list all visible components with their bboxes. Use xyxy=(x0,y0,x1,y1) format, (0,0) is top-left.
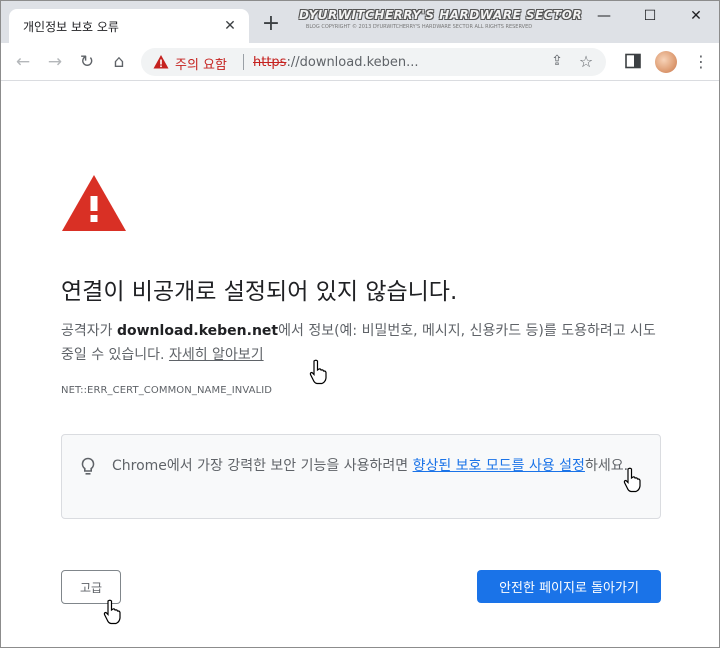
enhanced-suffix: 하세요. xyxy=(584,458,629,474)
more-menu-icon[interactable]: ⋮ xyxy=(691,51,711,73)
enhanced-prefix: Chrome에서 가장 강력한 보안 기능을 사용하려면 xyxy=(112,458,413,474)
hand-pointer-cursor-icon xyxy=(309,359,327,385)
maximize-button[interactable]: ☐ xyxy=(627,1,673,31)
tab-close-icon[interactable]: ✕ xyxy=(221,17,239,35)
url-text[interactable]: https://download.keben... xyxy=(253,55,419,70)
learn-more-link[interactable]: 자세히 알아보기 xyxy=(169,347,264,363)
error-explanation: 공격자가 download.keben.net에서 정보(예: 비밀번호, 메시… xyxy=(61,319,666,367)
url-scheme: https xyxy=(253,55,287,70)
side-panel-icon[interactable] xyxy=(625,53,641,69)
explanation-host: download.keben.net xyxy=(116,323,279,339)
browser-toolbar: ← → ↻ ⌂ 주의 요함 https://download.keben... … xyxy=(1,43,719,81)
minimize-button[interactable]: — xyxy=(581,1,627,31)
tab-active[interactable]: 개인정보 보호 오류 ✕ xyxy=(9,9,249,43)
enable-enhanced-protection-link[interactable]: 향상된 보호 모드를 사용 설정 xyxy=(413,458,585,474)
close-window-button[interactable]: ✕ xyxy=(673,1,719,31)
new-tab-icon[interactable]: + xyxy=(259,13,283,37)
profile-avatar[interactable] xyxy=(655,51,677,73)
warning-triangle-icon xyxy=(62,175,126,231)
reload-button[interactable]: ↻ xyxy=(75,50,99,74)
watermark-subtitle: BLOG COPYRIGHT © 2013 DYURWITCHERRY'S HA… xyxy=(305,24,533,30)
url-host: ://download.keben... xyxy=(286,55,419,70)
hand-pointer-cursor-icon xyxy=(103,599,121,625)
home-button[interactable]: ⌂ xyxy=(107,50,131,74)
watermark-logo: DYURWITCHERRY'S HARDWARE SECTOR BLOG COP… xyxy=(299,7,583,37)
error-code[interactable]: NET::ERR_CERT_COMMON_NAME_INVALID xyxy=(61,385,272,396)
omnibox-divider xyxy=(243,54,244,70)
security-status-label[interactable]: 주의 요함 xyxy=(175,54,227,73)
browser-window: 개인정보 보호 오류 ✕ + DYURWITCHERRY'S HARDWARE … xyxy=(0,0,720,648)
address-bar[interactable]: 주의 요함 https://download.keben... ⇪ ☆ xyxy=(141,48,606,76)
enhanced-protection-box: Chrome에서 가장 강력한 보안 기능을 사용하려면 향상된 보호 모드를 … xyxy=(61,434,661,519)
interstitial-page: 연결이 비공개로 설정되어 있지 않습니다. 공격자가 download.keb… xyxy=(1,82,719,647)
hand-pointer-cursor-icon xyxy=(623,467,641,493)
tab-strip: 개인정보 보호 오류 ✕ + DYURWITCHERRY'S HARDWARE … xyxy=(1,1,719,43)
tab-title: 개인정보 보호 오류 xyxy=(23,20,119,34)
forward-button[interactable]: → xyxy=(43,50,67,74)
enhanced-protection-text: Chrome에서 가장 강력한 보안 기능을 사용하려면 향상된 보호 모드를 … xyxy=(112,454,652,478)
bookmark-star-icon[interactable]: ☆ xyxy=(576,52,596,72)
page-headline: 연결이 비공개로 설정되어 있지 않습니다. xyxy=(61,279,458,305)
explanation-prefix: 공격자가 xyxy=(61,323,117,339)
not-secure-warning-icon[interactable] xyxy=(153,54,169,70)
watermark-title: DYURWITCHERRY'S HARDWARE SECTOR xyxy=(299,8,583,22)
back-to-safety-button[interactable]: 안전한 페이지로 돌아가기 xyxy=(477,570,661,603)
lightbulb-icon xyxy=(81,457,95,475)
share-icon[interactable]: ⇪ xyxy=(548,53,566,71)
back-button[interactable]: ← xyxy=(11,50,35,74)
tab-search-icon[interactable]: ⌄ xyxy=(549,7,569,27)
